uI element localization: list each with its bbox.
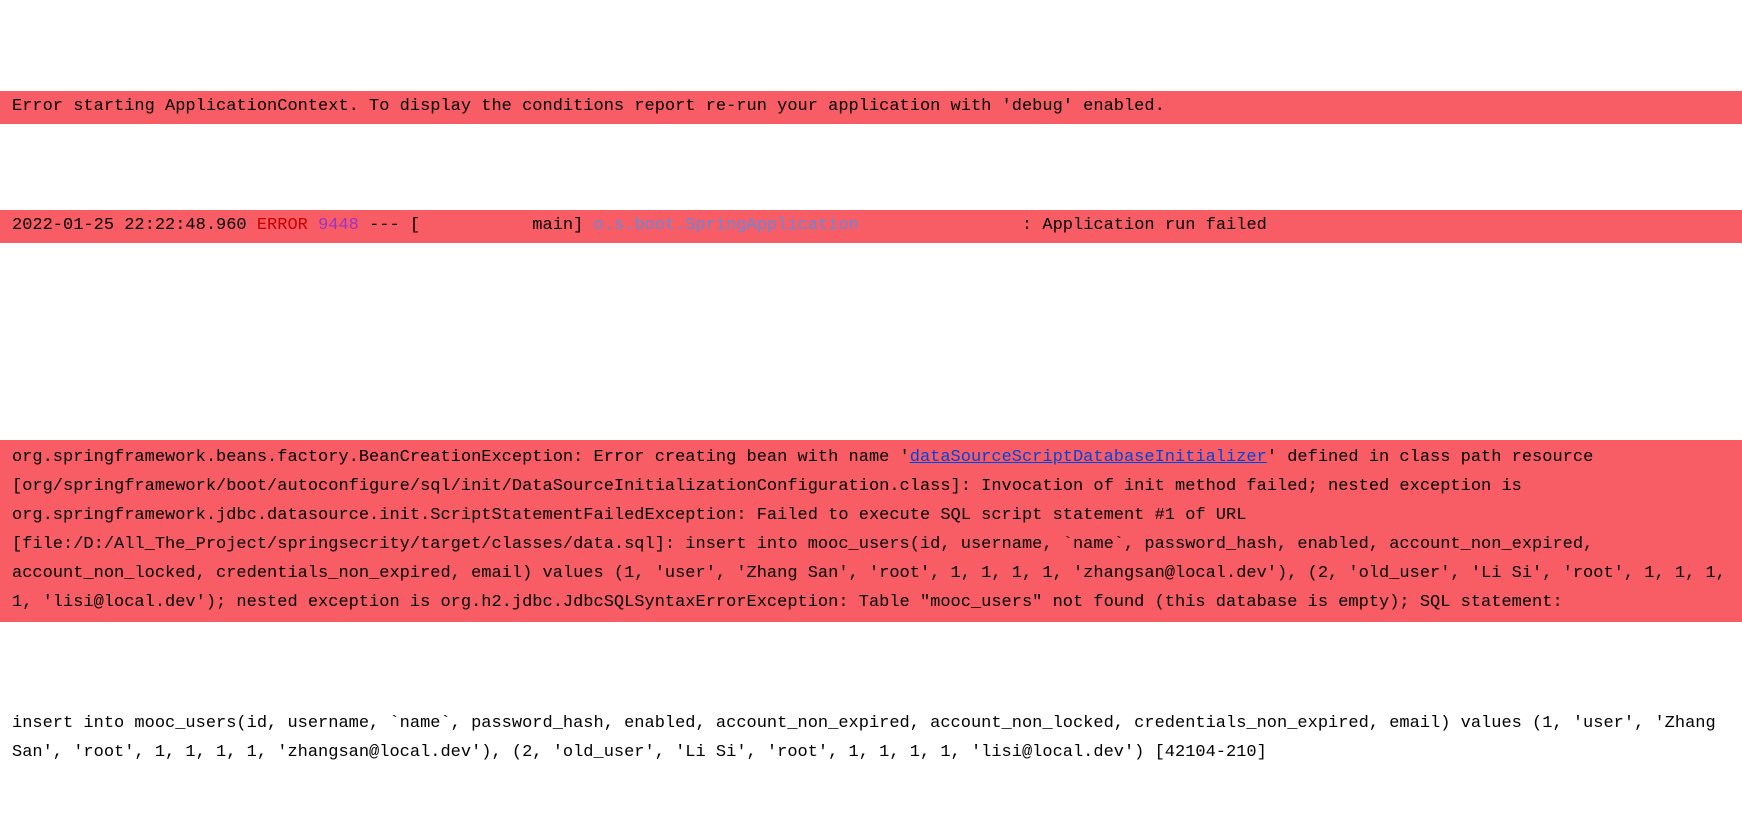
- exception-prefix: org.springframework.beans.factory.BeanCr…: [12, 448, 910, 467]
- bean-name-link[interactable]: dataSourceScriptDatabaseInitializer: [910, 448, 1267, 467]
- message-prefix: :: [1012, 216, 1043, 235]
- exception-block: org.springframework.beans.factory.BeanCr…: [0, 440, 1742, 621]
- context-error-line: Error starting ApplicationContext. To di…: [0, 91, 1742, 124]
- blank-line: [0, 330, 1742, 354]
- process-id: 9448: [318, 216, 359, 235]
- log-message: Application run failed: [1042, 216, 1266, 235]
- thread-separator: --- [ main]: [359, 216, 594, 235]
- logger-padding: [859, 216, 1012, 235]
- exception-body: ' defined in class path resource [org/sp…: [12, 448, 1736, 611]
- error-log-line: 2022-01-25 22:22:48.960 ERROR 9448 --- […: [0, 210, 1742, 243]
- logger-name: o.s.boot.SpringApplication: [594, 216, 859, 235]
- log-output: Error starting ApplicationContext. To di…: [0, 4, 1742, 828]
- timestamp: 2022-01-25 22:22:48.960: [12, 216, 247, 235]
- log-level: ERROR: [257, 216, 308, 235]
- sql-statement-plain: insert into mooc_users(id, username, `na…: [0, 708, 1742, 770]
